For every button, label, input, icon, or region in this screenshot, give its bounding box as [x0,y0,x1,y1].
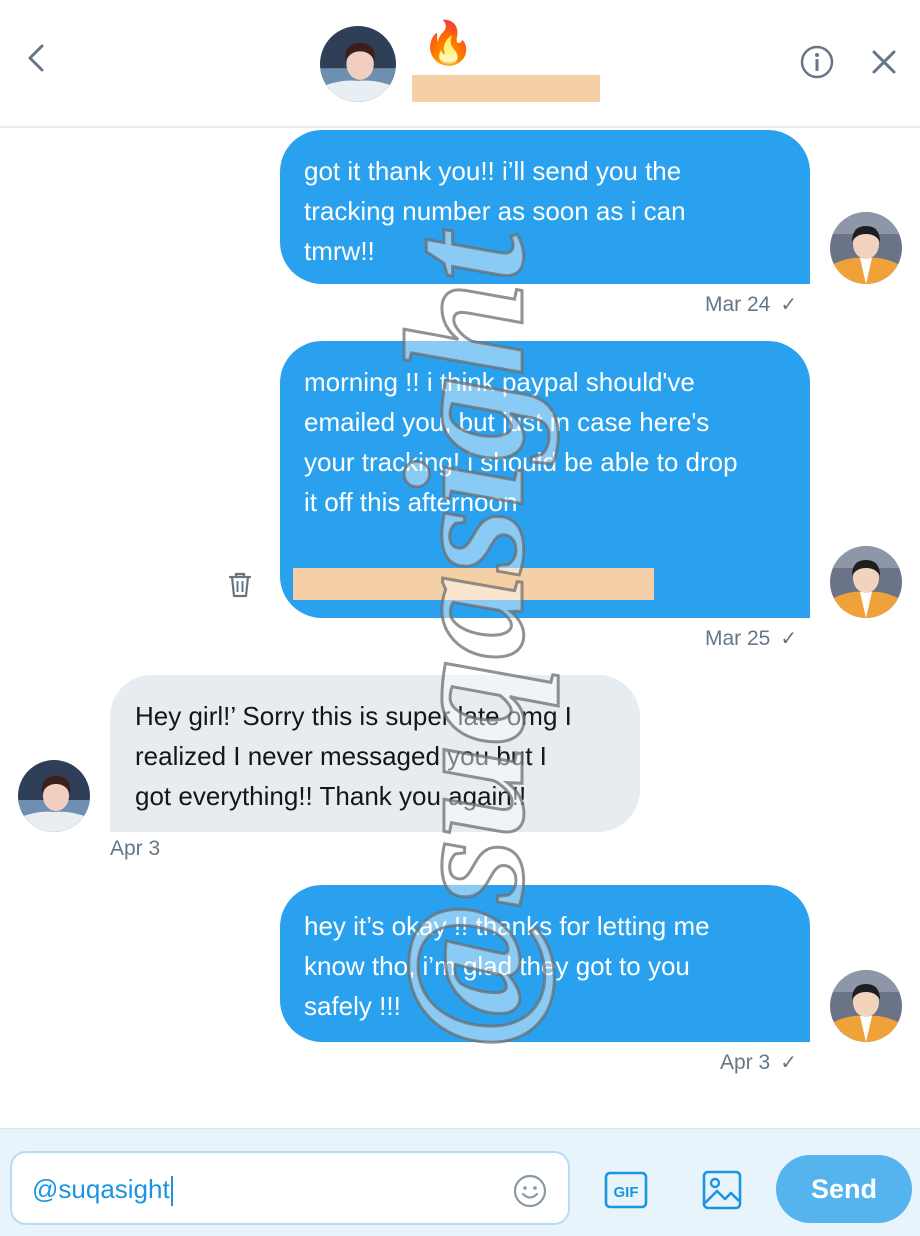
message-composer: @suqasight GIF Send [0,1128,920,1236]
message-timestamp: Apr 3 [110,837,161,860]
read-check-icon: ✓ [780,294,798,316]
smiley-icon [513,1174,547,1208]
info-icon [800,45,834,79]
image-icon [702,1170,742,1210]
message-line: tmrw!! [304,236,375,266]
info-button[interactable] [798,43,836,81]
message-input-value[interactable]: @suqasight [32,1173,173,1207]
back-button[interactable] [18,38,54,78]
own-avatar[interactable] [830,970,902,1042]
message-input[interactable]: @suqasight [10,1151,570,1225]
message-line: emailed you, but just in case here's [304,407,710,437]
gif-button[interactable]: GIF [604,1171,648,1209]
close-button[interactable] [866,44,902,80]
message-line: got it thank you!! i’ll send you the [304,156,682,186]
gif-icon: GIF [604,1171,648,1209]
message-line: Hey girl!’ Sorry this is super late omg … [135,701,572,731]
message-line: got everything!! Thank you again!! [135,781,527,811]
conversation-header: 🔥 [0,0,920,128]
own-avatar[interactable] [830,546,902,618]
contact-name-emoji: 🔥 [422,19,475,66]
send-button[interactable]: Send [776,1155,912,1223]
redacted-contact-name [412,75,600,102]
read-check-icon: ✓ [780,1052,797,1074]
trash-icon [228,572,252,598]
chevron-left-icon [28,44,44,72]
contact-avatar[interactable] [18,760,90,832]
own-avatar[interactable] [830,212,902,284]
message-timestamp: Mar 24 ✓ [705,293,798,316]
message-line: know tho, i’m glad they got to you [304,951,690,981]
incoming-message[interactable]: Hey girl!’ Sorry this is super late omg … [110,675,640,832]
message-timestamp: Mar 25 ✓ [705,627,798,650]
text-caret [170,1176,173,1207]
gif-label: GIF [614,1184,639,1201]
outgoing-message[interactable]: hey it’s okay !! thanks for letting me k… [280,885,810,1042]
redacted-tracking-link [293,568,654,600]
message-timestamp: Apr 3 ✓ [720,1051,797,1074]
message-line: hey it’s okay !! thanks for letting me [304,911,710,941]
delete-message-button[interactable] [226,570,254,600]
message-line: your tracking! i should be able to drop [304,447,738,477]
outgoing-message[interactable]: got it thank you!! i’ll send you the tra… [280,130,810,284]
read-check-icon: ✓ [780,628,798,650]
message-line: it off this afternoon [304,487,518,517]
message-line: morning !! i think paypal should've [304,367,695,397]
contact-avatar[interactable] [320,26,396,102]
message-line: realized I never messaged you but I [135,741,547,771]
message-line: safely !!! [304,991,401,1021]
emoji-button[interactable] [512,1173,548,1209]
close-icon [872,50,896,74]
add-photo-button[interactable] [701,1169,743,1211]
message-line: tracking number as soon as i can [304,196,686,226]
